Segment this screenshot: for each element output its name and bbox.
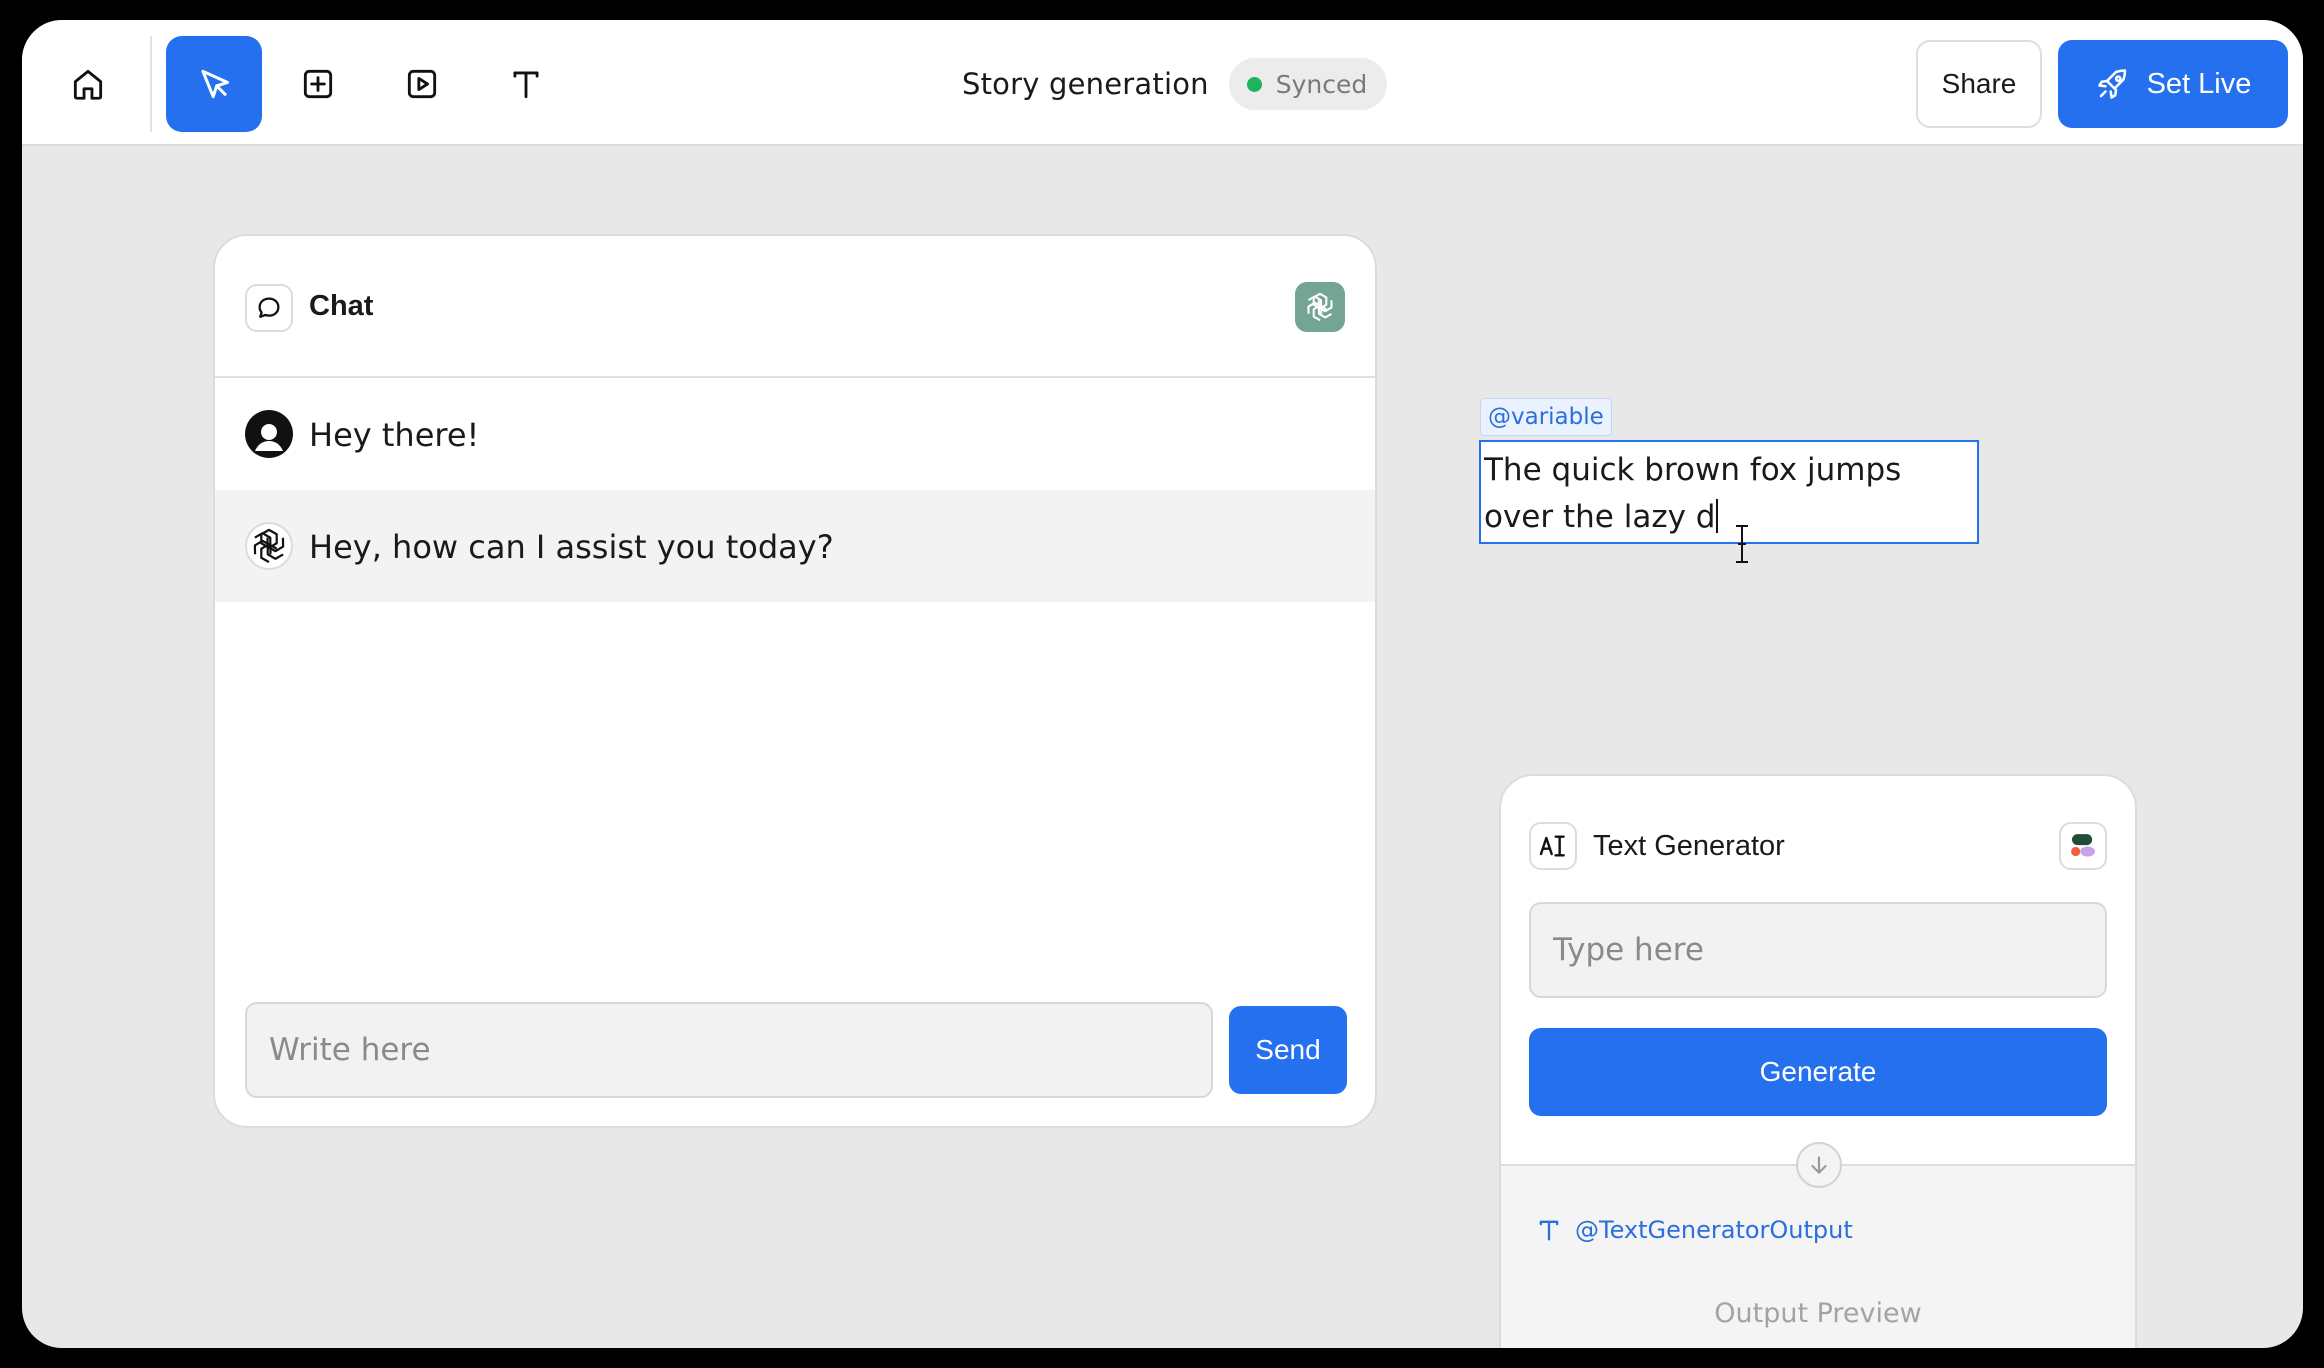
chat-card-title: Chat: [309, 290, 374, 322]
output-variable[interactable]: @TextGeneratorOutput: [1535, 1216, 1853, 1244]
arrow-down-icon: [1796, 1142, 1842, 1188]
sync-status-label: Synced: [1275, 69, 1368, 99]
text-variable-icon: [1539, 1220, 1559, 1241]
chat-message-assistant: Hey, how can I assist you today?: [215, 490, 1375, 602]
play-square-icon: [407, 69, 437, 99]
cursor-pointer-icon: [201, 69, 229, 99]
openai-avatar-icon: [245, 522, 293, 570]
text-generator-title: Text Generator: [1593, 830, 1785, 862]
chat-card[interactable]: Chat Hey there! Hey, how can I assist yo…: [213, 234, 1377, 1128]
project-header: Story generation Synced: [962, 58, 1388, 110]
preview-button[interactable]: [374, 36, 470, 132]
generate-button[interactable]: Generate: [1529, 1028, 2107, 1116]
home-button[interactable]: [40, 36, 136, 132]
variable-text-content: The quick brown fox jumps over the lazy …: [1484, 452, 1902, 535]
provider-logo-icon[interactable]: [2059, 822, 2107, 870]
sync-status-badge: Synced: [1228, 58, 1388, 110]
openai-icon[interactable]: [1295, 282, 1345, 332]
chat-message-text: Hey, how can I assist you today?: [309, 528, 834, 566]
add-block-button[interactable]: [270, 36, 366, 132]
set-live-label: Set Live: [2146, 67, 2252, 100]
output-preview-placeholder: Output Preview: [1714, 1298, 1922, 1329]
home-icon: [73, 69, 103, 100]
variable-tag: @variable: [1480, 398, 1612, 436]
send-button[interactable]: Send: [1229, 1006, 1347, 1094]
variable-text-editor[interactable]: The quick brown fox jumps over the lazy …: [1479, 440, 1979, 544]
rocket-icon: [2097, 69, 2126, 99]
chat-message-input[interactable]: [245, 1002, 1213, 1098]
add-square-icon: [303, 69, 333, 99]
ibeam-cursor-icon: [1736, 525, 1748, 563]
text-tool-icon: [513, 71, 539, 99]
text-caret: [1716, 499, 1719, 533]
status-dot-icon: [1246, 76, 1262, 92]
chat-card-header: Chat: [215, 236, 1375, 378]
app-window: Story generation Synced Share Set Live C…: [22, 20, 2303, 1348]
text-generator-card[interactable]: Text Generator Generate @TextGeneratorOu…: [1499, 774, 2137, 1348]
chat-message-user: Hey there!: [215, 378, 1375, 490]
toolbar-divider: [150, 36, 152, 132]
top-toolbar: Story generation Synced Share Set Live: [22, 20, 2303, 146]
chat-bubble-icon: [245, 284, 293, 332]
generator-prompt-input[interactable]: [1529, 902, 2107, 998]
ai-text-icon: [1529, 822, 1577, 870]
chat-message-text: Hey there!: [309, 416, 480, 454]
output-variable-label: @TextGeneratorOutput: [1575, 1216, 1853, 1244]
select-tool-button[interactable]: [166, 36, 262, 132]
user-avatar-icon: [245, 410, 293, 458]
project-title: Story generation: [962, 67, 1209, 101]
text-tool-button[interactable]: [478, 36, 574, 132]
share-button[interactable]: Share: [1916, 40, 2042, 128]
set-live-button[interactable]: Set Live: [2058, 40, 2288, 128]
